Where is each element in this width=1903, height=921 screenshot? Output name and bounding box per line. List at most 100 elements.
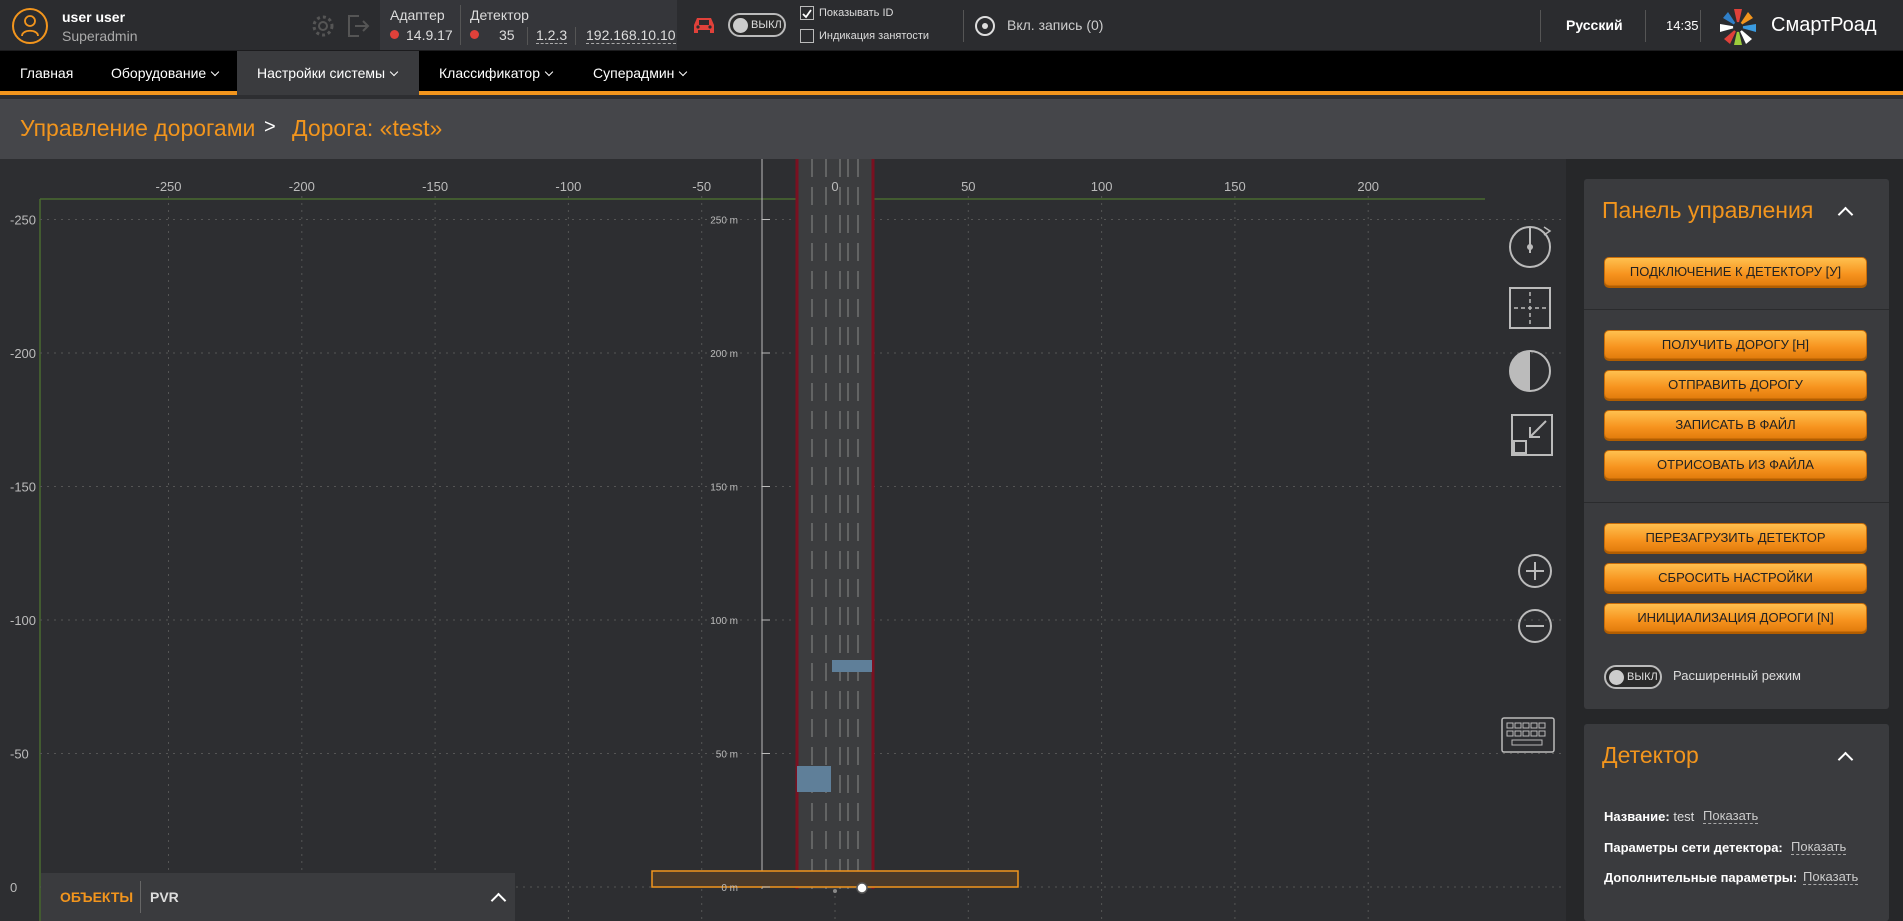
nav-label: Настройки системы xyxy=(257,65,386,81)
divider xyxy=(460,5,461,45)
breadcrumb-root[interactable]: Управление дорогами xyxy=(20,115,255,142)
road-handle xyxy=(856,882,868,894)
collapse-control-panel-icon[interactable] xyxy=(1837,206,1854,223)
detector-ip[interactable]: 192.168.10.10 xyxy=(586,27,676,44)
connect-detector-button[interactable]: ПОДКЛЮЧЕНИЕ К ДЕТЕКТОРУ [У] xyxy=(1604,257,1867,286)
x-tick-label: -100 xyxy=(555,179,581,194)
detector-network-key: Параметры сети детектора: xyxy=(1604,840,1783,855)
y-tick-label: -100 xyxy=(10,613,36,628)
road-origin-dot xyxy=(833,889,837,893)
tab-objects[interactable]: ОБЪЕКТЫ xyxy=(60,889,133,905)
zoom-out-icon[interactable] xyxy=(1517,608,1553,644)
extended-mode-label: Расширенный режим xyxy=(1673,668,1801,683)
restart-detector-button[interactable]: ПЕРЕЗАГРУЗИТЬ ДЕТЕКТОР xyxy=(1604,523,1867,552)
divider xyxy=(1584,502,1889,503)
detector-version[interactable]: 1.2.3 xyxy=(536,27,568,44)
show-name-link[interactable]: Показать xyxy=(1703,808,1759,824)
nav-item-superadmin[interactable]: Суперадмин xyxy=(573,51,706,95)
road-tick-label: 200 m xyxy=(710,349,738,360)
record-label: Вкл. запись (0) xyxy=(1007,17,1104,33)
nav-item-system-settings[interactable]: Настройки системы xyxy=(237,51,419,95)
divider xyxy=(1540,10,1541,42)
x-tick-label: -250 xyxy=(155,179,181,194)
y-tick-label: -200 xyxy=(10,346,36,361)
record-icon[interactable] xyxy=(975,16,995,36)
objects-panel: ОБЪЕКТЫ PVR xyxy=(41,873,515,921)
road-grid[interactable]: -250 -200 -150 -100 -50 0 50 100 150 200 -250 -200… xyxy=(0,159,1566,921)
chevron-down-icon xyxy=(389,67,399,77)
detection-zone xyxy=(832,660,872,672)
chevron-down-icon xyxy=(544,67,554,77)
nav-label: Оборудование xyxy=(111,65,207,81)
center-view-icon[interactable] xyxy=(1508,286,1552,330)
clock: 14:35 xyxy=(1666,18,1699,33)
fit-view-icon[interactable] xyxy=(1510,413,1554,457)
busy-indication-label: Индикация занятости xyxy=(819,30,930,42)
keyboard-icon[interactable] xyxy=(1500,716,1556,754)
show-network-link[interactable]: Показать xyxy=(1791,839,1847,855)
nav-label: Главная xyxy=(20,65,74,81)
x-tick-label: 150 xyxy=(1224,179,1246,194)
nav-item-classifier[interactable]: Классификатор xyxy=(419,51,572,95)
toggle-knob xyxy=(733,18,748,33)
divider xyxy=(963,10,964,42)
breadcrumb: Управление дорогами > Дорога: «test» xyxy=(0,99,1903,159)
detector-status-dot xyxy=(470,30,479,39)
draw-from-file-button[interactable]: ОТРИСОВАТЬ ИЗ ФАЙЛА xyxy=(1604,450,1867,479)
detector-extra-key: Дополнительные параметры: xyxy=(1604,870,1798,885)
divider xyxy=(140,881,141,913)
language-selector[interactable]: Русский xyxy=(1566,17,1623,33)
check-icon xyxy=(802,9,812,19)
main-toggle[interactable]: ВЫКЛ xyxy=(728,13,786,37)
x-tick-label: 100 xyxy=(1091,179,1113,194)
car-icon[interactable] xyxy=(690,14,718,36)
extended-mode-toggle[interactable]: ВЫКЛ xyxy=(1604,665,1662,689)
init-road-button[interactable]: ИНИЦИАЛИЗАЦИЯ ДОРОГИ [N] xyxy=(1604,603,1867,632)
detector-label: Детектор xyxy=(470,7,529,23)
nav-item-home[interactable]: Главная xyxy=(0,51,93,95)
x-tick-label: 200 xyxy=(1357,179,1379,194)
logout-icon[interactable] xyxy=(345,13,371,39)
show-extra-link[interactable]: Показать xyxy=(1803,869,1859,885)
x-tick-label: 50 xyxy=(961,179,975,194)
toggle-label: ВЫКЛ xyxy=(1627,671,1658,683)
detector-extra-label: Дополнительные параметры: xyxy=(1604,870,1797,885)
y-tick-label: -250 xyxy=(10,213,36,228)
contrast-icon[interactable] xyxy=(1508,349,1552,393)
smartroad-logo-icon xyxy=(1720,9,1756,45)
road-tick-label: 250 m xyxy=(710,216,738,227)
compass-icon[interactable] xyxy=(1508,221,1556,269)
detector-name-value: test xyxy=(1673,809,1695,824)
toggle-label: ВЫКЛ xyxy=(751,19,782,31)
breadcrumb-current: Дорога: «test» xyxy=(292,115,443,141)
collapse-detector-card-icon[interactable] xyxy=(1837,751,1854,768)
chevron-down-icon xyxy=(210,67,220,77)
save-to-file-button[interactable]: ЗАПИСАТЬ В ФАЙЛ xyxy=(1604,410,1867,439)
x-axis-ticks: -250 -200 -150 -100 -50 0 50 100 150 200 xyxy=(155,179,1379,194)
detection-zone xyxy=(797,766,831,792)
road-lane-area[interactable] xyxy=(651,159,1019,894)
tab-pvr[interactable]: PVR xyxy=(150,889,179,905)
adapter-version: 14.9.17 xyxy=(406,27,453,43)
nav-item-equipment[interactable]: Оборудование xyxy=(91,51,238,95)
divider xyxy=(1645,10,1646,42)
expand-objects-panel-icon[interactable] xyxy=(490,892,507,909)
main-nav: Главная Оборудование Настройки системы К… xyxy=(0,51,1903,95)
road-tick-label: 150 m xyxy=(710,483,738,494)
road-canvas[interactable]: -250 -200 -150 -100 -50 0 50 100 150 200 -250 -200… xyxy=(0,159,1566,921)
get-road-button[interactable]: ПОЛУЧИТЬ ДОРОГУ [H] xyxy=(1604,330,1867,359)
send-road-button[interactable]: ОТПРАВИТЬ ДОРОГУ xyxy=(1604,370,1867,399)
zoom-in-icon[interactable] xyxy=(1517,553,1553,589)
user-avatar-icon[interactable] xyxy=(12,8,48,44)
reset-settings-button[interactable]: СБРОСИТЬ НАСТРОЙКИ xyxy=(1604,563,1867,592)
busy-indication-checkbox[interactable] xyxy=(800,29,814,43)
gear-icon[interactable] xyxy=(310,13,336,39)
x-tick-label: -150 xyxy=(422,179,448,194)
user-name: user user xyxy=(62,9,126,25)
stop-line-zone xyxy=(651,870,1019,888)
toggle-knob xyxy=(1609,670,1624,685)
detector-count: 35 xyxy=(499,27,515,43)
x-tick-label: -50 xyxy=(692,179,711,194)
x-tick-label: 0 xyxy=(831,179,838,194)
show-id-checkbox[interactable] xyxy=(800,6,814,20)
